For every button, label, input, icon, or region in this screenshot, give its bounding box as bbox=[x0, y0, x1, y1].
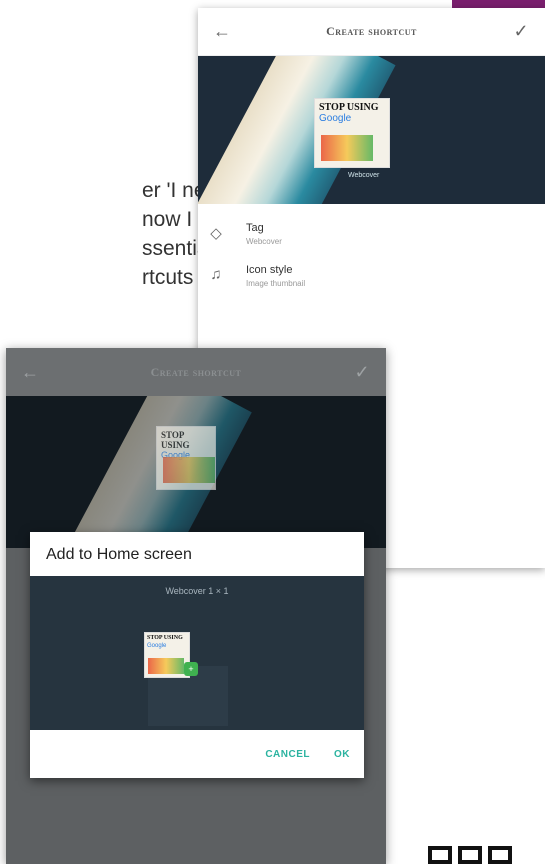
add-to-home-dialog: Add to Home screen Webcover 1 × 1 STOP U… bbox=[30, 532, 364, 778]
icon-style-row-text: Icon style Image thumbnail bbox=[246, 264, 305, 288]
tag-icon: ◇ bbox=[210, 225, 222, 242]
cover-art bbox=[321, 135, 373, 161]
dialog-title: Add to Home screen bbox=[46, 546, 192, 563]
app-bar: ← Create shortcut ✓ bbox=[6, 348, 386, 396]
app-badge-icon: + bbox=[184, 662, 198, 676]
preview-caption: Webcover bbox=[348, 172, 380, 179]
cancel-button[interactable]: CANCEL bbox=[265, 749, 310, 760]
article-line: er 'I never bbox=[142, 179, 202, 202]
cover-subtitle: Google bbox=[147, 643, 167, 649]
article-line: now I can't bbox=[142, 208, 202, 231]
cover-art bbox=[148, 658, 184, 674]
article-line: rtcuts for bbox=[142, 266, 202, 289]
magazine-cover-thumbnail: STOP USING Google bbox=[156, 426, 216, 490]
row-subtitle: Webcover bbox=[246, 237, 282, 246]
check-icon[interactable]: ✓ bbox=[352, 362, 372, 383]
cover-title: STOP USING bbox=[147, 635, 183, 641]
widget-label: Webcover 1 × 1 bbox=[165, 586, 229, 596]
arrow-left-icon[interactable]: ← bbox=[20, 362, 40, 383]
ok-button[interactable]: OK bbox=[334, 749, 350, 760]
check-icon[interactable]: ✓ bbox=[511, 21, 531, 42]
tag-row-text: Tag Webcover bbox=[246, 222, 282, 246]
widget-preview: Webcover 1 × 1 STOP USING Google + bbox=[30, 576, 364, 730]
qr-code-icon bbox=[428, 846, 543, 864]
dialog-actions: CANCEL OK bbox=[30, 730, 364, 778]
row-subtitle: Image thumbnail bbox=[246, 279, 306, 288]
widget-tile[interactable]: STOP USING Google + bbox=[144, 632, 198, 684]
article-text: er 'I never now I can't ssentially rtcut… bbox=[142, 176, 202, 292]
create-shortcut-dialog-screen: ← Create shortcut ✓ STOP USING Google Ad… bbox=[6, 348, 386, 864]
arrow-left-icon[interactable]: ← bbox=[212, 21, 232, 42]
icon-style-row[interactable]: ♫ Icon style Image thumbnail bbox=[198, 264, 545, 288]
cover-art bbox=[163, 457, 215, 483]
shortcut-preview: STOP USING Google Webcover bbox=[198, 56, 545, 204]
cover-title: STOP USING bbox=[319, 102, 379, 113]
shortcut-preview: STOP USING Google bbox=[6, 396, 386, 548]
cover-subtitle: Google bbox=[319, 113, 352, 124]
row-title: Tag bbox=[246, 222, 264, 234]
app-bar: ← Create shortcut ✓ bbox=[198, 8, 545, 56]
screen-title: Create shortcut bbox=[150, 364, 242, 379]
tag-row[interactable]: ◇ Tag Webcover bbox=[198, 222, 545, 246]
magazine-cover-thumbnail: STOP USING Google bbox=[314, 98, 390, 168]
article-line: ssentially bbox=[142, 237, 202, 260]
bell-icon: ♫ bbox=[210, 266, 222, 283]
row-title: Icon style bbox=[246, 264, 293, 276]
cover-title: STOP USING bbox=[161, 430, 190, 450]
screen-title: Create shortcut bbox=[326, 24, 417, 38]
